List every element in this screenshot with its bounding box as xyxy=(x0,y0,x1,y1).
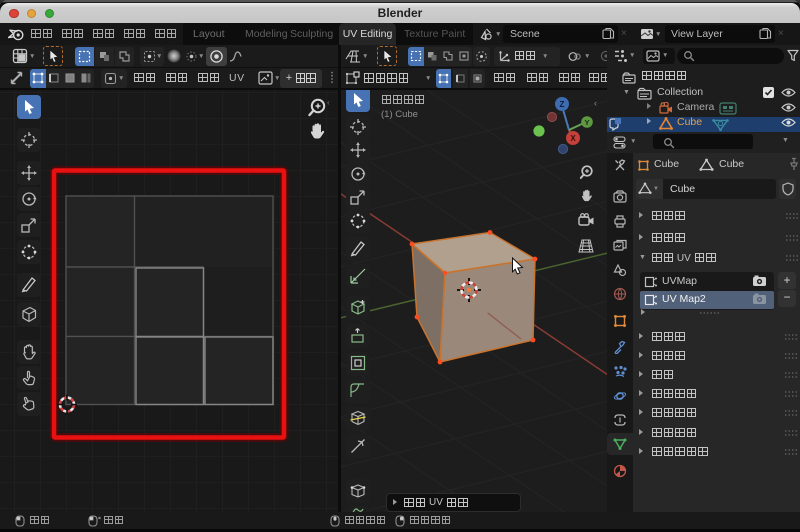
svg-text:Y: Y xyxy=(584,118,589,127)
svg-text:X: X xyxy=(570,134,576,143)
svg-text:Z: Z xyxy=(560,100,565,109)
